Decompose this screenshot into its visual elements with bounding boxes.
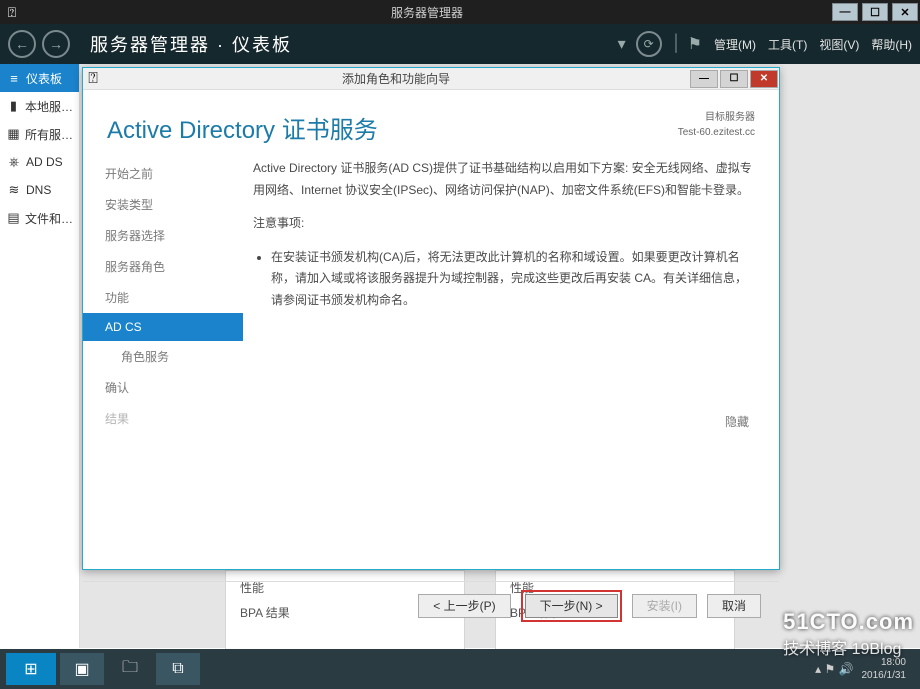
refresh-icon[interactable]: ⟳ (636, 31, 662, 57)
wizard-step-0[interactable]: 开始之前 (83, 158, 243, 189)
wizard-close-button[interactable]: ✕ (750, 70, 778, 88)
taskbar: ⊞ ▣ 🗀 ⧉ ▴ ⚑ 🔊 18:00 2016/1/31 (0, 649, 920, 689)
separator-icon: │ (672, 35, 682, 53)
sidebar-item-icon: ▤ (6, 210, 21, 226)
wizard-step-6[interactable]: 角色服务 (83, 341, 243, 372)
task-server-manager[interactable]: ▣ (60, 653, 104, 685)
dest-label: 目标服务器 (678, 110, 755, 125)
sidebar-item-label: DNS (26, 183, 51, 197)
outer-titlebar: ⍰ 服务器管理器 — ☐ ✕ (0, 0, 920, 24)
menu-help[interactable]: 帮助(H) (871, 36, 912, 53)
wizard-title: 添加角色和功能向导 (103, 70, 689, 87)
sidebar-item-label: 仪表板 (26, 70, 62, 87)
wizard-icon: ⍰ (83, 70, 103, 88)
wizard-footer: < 上一步(P) 下一步(N) > 安装(I) 取消 (83, 581, 779, 629)
sidebar-item-icon: ⎈ (6, 154, 22, 170)
wizard-minimize-button[interactable]: — (690, 70, 718, 88)
sidebar-item-icon: ≡ (6, 70, 22, 86)
tray-area[interactable]: ▴ ⚑ 🔊 (815, 662, 861, 676)
sidebar-item-3[interactable]: ⎈ AD DS (0, 148, 79, 176)
cancel-button[interactable]: 取消 (707, 594, 761, 618)
install-button: 安装(I) (632, 594, 697, 618)
sidebar-item-5[interactable]: ▤文件和… (0, 204, 79, 232)
wizard-step-1[interactable]: 安装类型 (83, 189, 243, 220)
menu-tools[interactable]: 工具(T) (768, 36, 807, 53)
wizard-step-7[interactable]: 确认 (83, 372, 243, 403)
flag-icon[interactable]: ⚑ (688, 34, 702, 54)
wizard-step-5[interactable]: AD CS (83, 313, 243, 341)
sidebar-item-label: 文件和… (25, 210, 73, 227)
taskbar-time: 18:00 (862, 656, 907, 669)
wizard-maximize-button[interactable]: ☐ (720, 70, 748, 88)
next-highlight: 下一步(N) > (521, 590, 622, 622)
wizard-step-4[interactable]: 功能 (83, 282, 243, 313)
prev-button[interactable]: < 上一步(P) (418, 594, 510, 618)
sidebar-item-label: 本地服… (25, 98, 73, 115)
next-button[interactable]: 下一步(N) > (525, 594, 618, 618)
wizard-step-2[interactable]: 服务器选择 (83, 220, 243, 251)
outer-minimize-button[interactable]: — (832, 3, 858, 21)
hide-link[interactable]: 隐藏 (725, 413, 749, 430)
outer-title: 服务器管理器 (24, 4, 830, 21)
sidebar-item-icon: ▦ (6, 126, 21, 142)
menu-manage[interactable]: 管理(M) (714, 36, 756, 53)
sidebar-item-1[interactable]: ▮本地服… (0, 92, 79, 120)
outer-close-button[interactable]: ✕ (892, 3, 918, 21)
outer-maximize-button[interactable]: ☐ (862, 3, 888, 21)
task-powershell[interactable]: ⧉ (156, 653, 200, 685)
start-button[interactable]: ⊞ (6, 653, 56, 685)
breadcrumb: 服务器管理器 · 仪表板 (90, 31, 292, 57)
wizard-content: Active Directory 证书服务(AD CS)提供了证书基础结构以启用… (243, 150, 779, 581)
sidebar-item-2[interactable]: ▦所有服… (0, 120, 79, 148)
app-icon: ⍰ (0, 0, 24, 24)
sidebar-item-label: AD DS (26, 155, 63, 169)
task-explorer[interactable]: 🗀 (108, 653, 152, 685)
note-title: 注意事项: (253, 213, 753, 235)
wizard-steps: 开始之前安装类型服务器选择服务器角色功能AD CS角色服务确认结果 (83, 150, 243, 581)
wizard-dialog: ⍰ 添加角色和功能向导 — ☐ ✕ Active Directory 证书服务 … (82, 67, 780, 570)
wizard-step-3[interactable]: 服务器角色 (83, 251, 243, 282)
dropdown-icon[interactable]: ▾ (618, 34, 626, 54)
wizard-step-8: 结果 (83, 403, 243, 434)
sidebar-item-icon: ≋ (6, 182, 22, 198)
nav-back-icon[interactable]: ← (8, 30, 36, 58)
wizard-bullet-1: 在安装证书颁发机构(CA)后，将无法更改此计算机的名称和域设置。如果要更改计算机… (271, 247, 753, 312)
sidebar-item-4[interactable]: ≋ DNS (0, 176, 79, 204)
taskbar-date: 2016/1/31 (862, 669, 907, 682)
nav-forward-icon[interactable]: → (42, 30, 70, 58)
sidebar-item-0[interactable]: ≡仪表板 (0, 64, 79, 92)
sidebar: ≡仪表板▮本地服…▦所有服…⎈AD DS≋DNS▤文件和… (0, 64, 80, 648)
manager-toolbar: ← → 服务器管理器 · 仪表板 ▾ ⟳ │ ⚑ 管理(M) 工具(T) 视图(… (0, 24, 920, 64)
wizard-heading: Active Directory 证书服务 (107, 110, 678, 145)
sidebar-item-label: 所有服… (25, 126, 73, 143)
sidebar-item-icon: ▮ (6, 98, 21, 114)
wizard-para1: Active Directory 证书服务(AD CS)提供了证书基础结构以启用… (253, 158, 753, 201)
wizard-titlebar[interactable]: ⍰ 添加角色和功能向导 — ☐ ✕ (83, 68, 779, 90)
dest-server: Test-60.ezitest.cc (678, 125, 755, 140)
menu-view[interactable]: 视图(V) (819, 36, 859, 53)
